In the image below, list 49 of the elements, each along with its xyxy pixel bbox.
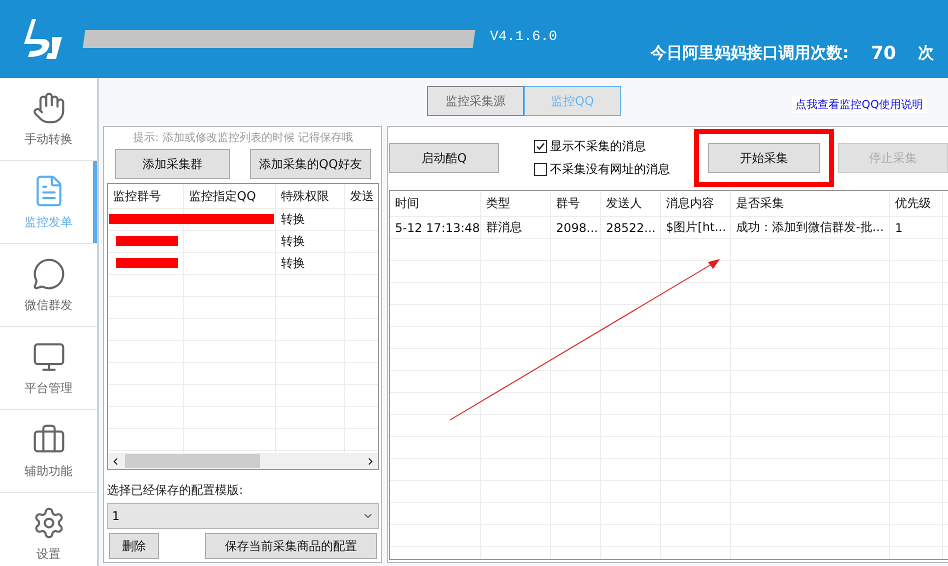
hand-icon xyxy=(32,90,66,124)
add-friend-button[interactable]: 添加采集的QQ好友 xyxy=(250,149,371,179)
sidebar-item[interactable]: 微信群发 xyxy=(0,244,97,327)
column-header: 群号 xyxy=(551,191,601,216)
table-cell: 转换 xyxy=(276,253,345,274)
hint-text: 提示: 添加或修改监控列表的时候 记得保存哦 xyxy=(132,130,354,145)
template-select[interactable]: 1 xyxy=(107,503,379,529)
api-count-unit: 次 xyxy=(918,43,934,64)
redaction-mark xyxy=(116,236,178,246)
template-label: 选择已经保存的配置模版: xyxy=(107,482,244,500)
table-cell: $图片[ht... xyxy=(661,217,731,238)
sidebar-item[interactable]: 平台管理 xyxy=(0,327,97,410)
table-cell: 转换 xyxy=(276,209,345,230)
column-header: 发送人 xyxy=(601,191,661,216)
table-cell: 5-12 17:13:48 xyxy=(390,217,481,238)
table-cell: 1 xyxy=(890,217,943,238)
save-config-button[interactable]: 保存当前采集商品的配置 xyxy=(205,533,377,559)
api-count-value: 70 xyxy=(870,43,896,64)
sidebar-item[interactable]: 辅助功能 xyxy=(0,410,97,493)
api-count-label: 今日阿里妈妈接口调用次数: xyxy=(650,43,849,64)
column-header: 类型 xyxy=(481,191,551,216)
column-header: 时间 xyxy=(390,191,481,216)
table-cell: 成功：添加到微信群发-批... xyxy=(731,217,890,238)
table-cell: 群消息 xyxy=(481,217,551,238)
column-header: 消息内容 xyxy=(661,191,731,216)
table-cell: 转换 xyxy=(276,231,345,252)
option-checkbox[interactable]: 不采集没有网址的消息 xyxy=(534,161,670,178)
column-header: 监控群号 xyxy=(108,184,184,208)
horizontal-scrollbar[interactable] xyxy=(108,453,378,470)
start-button[interactable]: 开始采集 xyxy=(708,143,820,173)
delete-button[interactable]: 删除 xyxy=(109,533,159,559)
column-header: 监控指定QQ xyxy=(184,184,276,208)
table-cell: 28522... xyxy=(601,217,661,238)
chat-icon xyxy=(32,256,66,290)
column-header: 优先级 xyxy=(890,191,943,216)
sidebar-item[interactable]: 设置 xyxy=(0,493,97,566)
checkmark-icon xyxy=(536,142,545,151)
add-group-button[interactable]: 添加采集群 xyxy=(115,149,230,179)
version-label: V4.1.6.0 xyxy=(490,29,558,45)
launch-button[interactable]: 启动酷Q xyxy=(389,143,499,173)
column-header: 特殊权限 xyxy=(276,184,345,208)
help-link[interactable]: 点我查看监控QQ使用说明 xyxy=(792,96,927,113)
table-cell: 2098... xyxy=(551,217,601,238)
redaction-mark xyxy=(116,258,178,268)
column-header: 发送 xyxy=(345,184,378,208)
column-header: 是否采集 xyxy=(731,191,890,216)
sidebar-item[interactable]: 手动转换 xyxy=(0,78,97,161)
tab[interactable]: 监控采集源 xyxy=(427,86,524,116)
option-checkbox[interactable]: 显示不采集的消息 xyxy=(534,138,670,155)
